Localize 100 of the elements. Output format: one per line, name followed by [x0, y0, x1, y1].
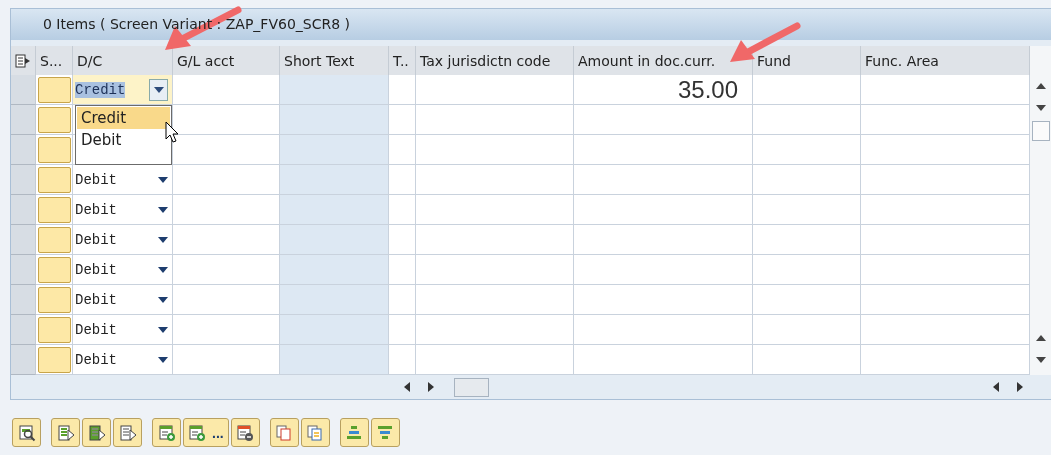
table-cell[interactable]: Debit [73, 195, 173, 225]
table-cell[interactable] [574, 105, 753, 135]
scroll-down-icon[interactable] [1035, 357, 1046, 363]
table-cell[interactable] [173, 345, 280, 375]
table-cell[interactable] [416, 135, 574, 165]
deselect-button[interactable] [113, 418, 142, 447]
table-cell[interactable] [753, 75, 861, 105]
table-cell[interactable] [173, 75, 280, 105]
table-cell[interactable] [280, 315, 389, 345]
table-cell[interactable]: Debit [73, 165, 173, 195]
table-cell[interactable] [861, 105, 1030, 135]
row-selector[interactable] [11, 285, 36, 315]
status-button[interactable] [37, 196, 71, 223]
row-selector[interactable] [11, 135, 36, 165]
table-cell[interactable] [861, 75, 1030, 105]
row-selector[interactable] [11, 105, 36, 135]
status-button[interactable] [37, 106, 71, 133]
column-header[interactable]: Func. Area [861, 46, 1030, 75]
table-cell[interactable] [416, 105, 574, 135]
debit-credit-value[interactable]: Debit [75, 201, 117, 218]
sort-asc-button[interactable] [339, 418, 369, 447]
table-cell[interactable] [861, 195, 1030, 225]
status-button[interactable] [37, 316, 71, 343]
debit-credit-value[interactable]: Credit [75, 81, 126, 98]
row-selector[interactable] [11, 165, 36, 195]
row-selector[interactable] [11, 195, 36, 225]
caret-icon[interactable] [158, 236, 168, 243]
table-cell[interactable] [574, 225, 753, 255]
table-cell[interactable] [416, 345, 574, 375]
table-cell[interactable]: Debit [73, 255, 173, 285]
scroll-right-icon[interactable] [1017, 382, 1023, 392]
table-cell[interactable] [280, 345, 389, 375]
column-header[interactable]: Fund [753, 46, 861, 75]
select-all-button[interactable] [51, 418, 80, 447]
table-cell[interactable] [280, 195, 389, 225]
caret-icon[interactable] [158, 176, 168, 183]
table-cell[interactable] [753, 165, 861, 195]
column-header[interactable]: G/L acct [173, 46, 280, 75]
table-cell[interactable] [574, 255, 753, 285]
table-cell[interactable] [753, 285, 861, 315]
table-cell[interactable] [173, 105, 280, 135]
column-header[interactable]: T.. [389, 46, 416, 75]
status-button[interactable] [37, 166, 71, 193]
table-cell[interactable] [173, 135, 280, 165]
status-button[interactable] [37, 256, 71, 283]
status-button[interactable] [37, 226, 71, 253]
debit-credit-value[interactable]: Debit [75, 171, 117, 188]
debit-credit-value[interactable]: Debit [75, 231, 117, 248]
table-cell[interactable] [173, 255, 280, 285]
column-header[interactable]: D/C [73, 46, 173, 75]
caret-icon[interactable] [158, 206, 168, 213]
table-cell[interactable] [416, 165, 574, 195]
scrollbar-thumb[interactable] [1031, 121, 1050, 141]
scrollbar-thumb[interactable] [454, 377, 489, 397]
debit-credit-value[interactable]: Debit [75, 261, 117, 278]
table-cell[interactable] [280, 135, 389, 165]
table-cell[interactable] [861, 225, 1030, 255]
table-cell[interactable]: Debit [73, 315, 173, 345]
detail-button[interactable] [12, 418, 41, 447]
caret-icon[interactable] [158, 266, 168, 273]
debit-credit-value[interactable]: Debit [75, 351, 117, 368]
table-cell[interactable] [574, 135, 753, 165]
table-cell[interactable]: Debit [73, 285, 173, 315]
table-cell[interactable] [753, 225, 861, 255]
sort-desc-button[interactable] [370, 418, 400, 447]
paste-button[interactable] [300, 418, 330, 447]
column-settings-icon[interactable] [11, 46, 36, 75]
table-cell[interactable] [280, 255, 389, 285]
table-cell[interactable] [753, 195, 861, 225]
caret-icon[interactable] [158, 296, 168, 303]
table-cell[interactable]: Debit [73, 225, 173, 255]
table-cell[interactable] [416, 285, 574, 315]
row-selector[interactable] [11, 315, 36, 345]
scroll-left-icon[interactable] [404, 382, 410, 392]
table-cell[interactable] [389, 255, 416, 285]
table-cell[interactable] [574, 285, 753, 315]
table-cell[interactable] [173, 315, 280, 345]
table-cell[interactable] [574, 315, 753, 345]
table-cell[interactable] [280, 105, 389, 135]
table-cell[interactable] [753, 255, 861, 285]
scroll-left-icon[interactable] [993, 382, 999, 392]
table-cell[interactable] [173, 285, 280, 315]
table-cell[interactable]: Debit [73, 345, 173, 375]
table-cell[interactable] [416, 75, 574, 105]
table-cell[interactable] [416, 315, 574, 345]
table-cell[interactable] [389, 285, 416, 315]
table-cell[interactable] [416, 195, 574, 225]
column-header[interactable]: Tax jurisdictn code [416, 46, 574, 75]
table-cell[interactable] [173, 165, 280, 195]
table-cell[interactable] [389, 165, 416, 195]
caret-icon[interactable] [158, 356, 168, 363]
row-selector[interactable] [11, 345, 36, 375]
table-cell[interactable] [280, 165, 389, 195]
table-cell[interactable] [753, 105, 861, 135]
copy-button[interactable] [269, 418, 299, 447]
column-header[interactable]: Amount in doc.curr. [574, 46, 753, 75]
table-cell[interactable] [861, 285, 1030, 315]
scroll-up-icon[interactable] [1035, 335, 1046, 341]
table-cell[interactable] [574, 345, 753, 375]
table-cell[interactable] [389, 195, 416, 225]
